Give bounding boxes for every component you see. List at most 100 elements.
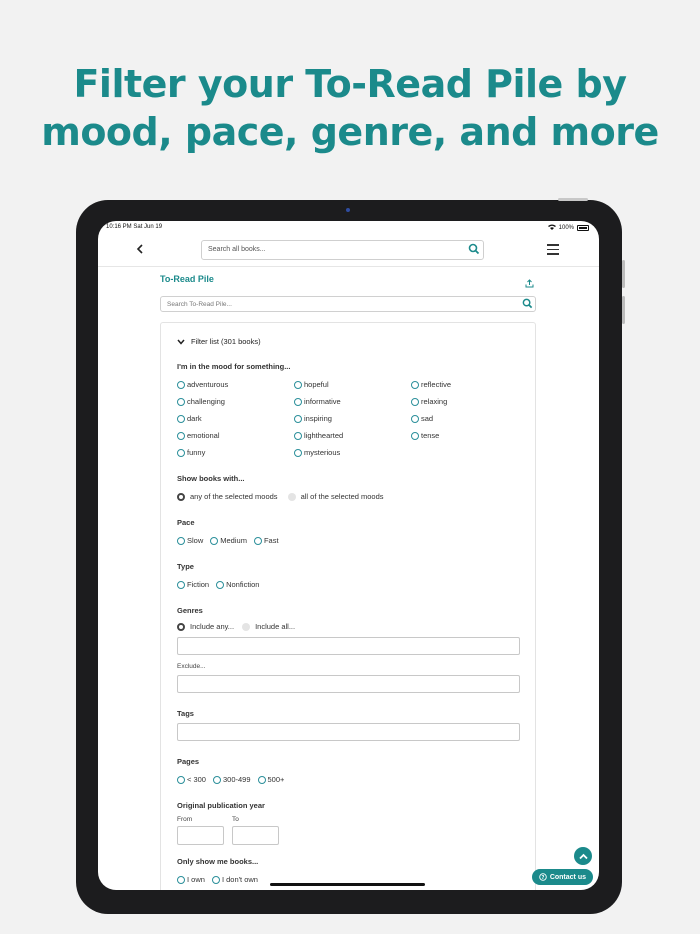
search-icon[interactable] xyxy=(468,243,480,257)
help-icon: ? xyxy=(539,873,547,881)
checkbox[interactable] xyxy=(411,380,419,389)
year-to-input[interactable] xyxy=(232,826,279,845)
checkbox[interactable] xyxy=(177,580,185,589)
mood-label: I'm in the mood for something... xyxy=(177,362,291,371)
mood-option[interactable]: emotional xyxy=(177,430,294,441)
checkbox[interactable] xyxy=(212,775,221,784)
checkbox[interactable] xyxy=(177,775,185,784)
menu-icon[interactable] xyxy=(547,244,559,255)
pace-label: Pace xyxy=(177,518,195,527)
genre-include-any-radio[interactable]: Include any... xyxy=(177,621,234,632)
mood-option[interactable]: adventurous xyxy=(177,379,294,390)
checkbox[interactable] xyxy=(294,431,302,440)
search-icon[interactable] xyxy=(522,298,533,311)
power-button xyxy=(558,198,588,201)
pages-option[interactable]: 300-499 xyxy=(212,774,251,785)
pace-option[interactable]: Slow xyxy=(177,535,203,546)
pace-option[interactable]: Fast xyxy=(253,535,279,546)
checkbox[interactable] xyxy=(210,536,219,545)
checkbox[interactable] xyxy=(294,448,302,457)
year-from-label: From xyxy=(177,816,193,823)
mood-option[interactable]: mysterious xyxy=(294,447,411,458)
type-option[interactable]: Nonfiction xyxy=(216,579,259,590)
mood-option[interactable]: dark xyxy=(177,413,294,424)
checkbox[interactable] xyxy=(411,414,419,423)
filter-toggle[interactable]: Filter list (301 books) xyxy=(177,337,519,346)
checkbox[interactable] xyxy=(177,875,185,884)
checkbox[interactable] xyxy=(211,875,220,884)
checkbox[interactable] xyxy=(253,536,262,545)
checkbox[interactable] xyxy=(216,580,225,589)
genre-include-input[interactable] xyxy=(177,637,520,655)
checkbox[interactable] xyxy=(177,448,185,457)
mood-option[interactable]: funny xyxy=(177,447,294,458)
mood-option[interactable]: reflective xyxy=(411,379,528,390)
app-screen: 10:16 PM Sat Jun 19 100% Search all book… xyxy=(98,221,599,890)
exclude-label: Exclude... xyxy=(177,663,206,670)
home-indicator[interactable] xyxy=(270,883,425,886)
share-icon[interactable] xyxy=(525,275,534,293)
mood-option[interactable]: sad xyxy=(411,413,528,424)
mood-option[interactable]: lighthearted xyxy=(294,430,411,441)
match-any-radio[interactable]: any of the selected moods xyxy=(177,491,278,502)
checkbox[interactable] xyxy=(177,414,185,423)
global-search-input[interactable]: Search all books... xyxy=(201,240,484,260)
mood-option[interactable]: tense xyxy=(411,430,528,441)
ownership-option[interactable]: I own xyxy=(177,874,205,885)
checkbox[interactable] xyxy=(177,380,185,389)
checkbox[interactable] xyxy=(177,536,185,545)
mood-option[interactable]: informative xyxy=(294,396,411,407)
radio-unselected[interactable] xyxy=(242,622,251,631)
filter-panel: Filter list (301 books) I'm in the mood … xyxy=(160,322,536,890)
match-all-radio[interactable]: all of the selected moods xyxy=(287,491,384,502)
mood-option[interactable]: relaxing xyxy=(411,396,528,407)
ipad-frame: 10:16 PM Sat Jun 19 100% Search all book… xyxy=(76,198,625,914)
type-options: Fiction Nonfiction xyxy=(177,579,519,590)
scroll-to-top-button[interactable] xyxy=(574,847,592,865)
radio-unselected[interactable] xyxy=(287,492,296,501)
mood-match-options: any of the selected moods all of the sel… xyxy=(177,491,519,502)
pages-label: Pages xyxy=(177,757,200,766)
contact-us-button[interactable]: ? Contact us xyxy=(531,869,593,885)
status-indicators: 100% xyxy=(547,224,589,232)
checkbox[interactable] xyxy=(177,397,185,406)
pages-option[interactable]: 500+ xyxy=(257,774,284,785)
checkbox[interactable] xyxy=(294,380,302,389)
mood-option[interactable]: challenging xyxy=(177,396,294,407)
chevron-up-icon xyxy=(578,853,588,859)
pace-option[interactable]: Medium xyxy=(210,535,247,546)
checkbox[interactable] xyxy=(257,775,266,784)
status-bar: 10:16 PM Sat Jun 19 100% xyxy=(98,224,599,234)
mood-options: adventurous hopeful reflective challengi… xyxy=(177,379,519,458)
pile-search-input[interactable]: Search To-Read Pile... xyxy=(160,296,536,312)
contact-us-label: Contact us xyxy=(549,873,586,881)
checkbox[interactable] xyxy=(294,414,302,423)
genre-exclude-input[interactable] xyxy=(177,675,520,693)
promo-headline: Filter your To-Read Pile by mood, pace, … xyxy=(0,60,700,156)
checkbox[interactable] xyxy=(294,397,302,406)
chevron-down-icon xyxy=(177,339,185,345)
back-button[interactable] xyxy=(136,241,144,257)
main-content: To-Read Pile Search To-Read Pile... Filt… xyxy=(160,269,536,890)
checkbox[interactable] xyxy=(411,431,419,440)
checkbox[interactable] xyxy=(411,397,419,406)
ownership-option[interactable]: I don't own xyxy=(211,874,258,885)
mood-option[interactable]: hopeful xyxy=(294,379,411,390)
headline-line-2: mood, pace, genre, and more xyxy=(41,110,659,154)
checkbox[interactable] xyxy=(177,431,185,440)
radio-selected[interactable] xyxy=(177,622,185,631)
wifi-icon xyxy=(547,224,556,232)
year-from-input[interactable] xyxy=(177,826,224,845)
genres-label: Genres xyxy=(177,606,203,615)
radio-selected[interactable] xyxy=(177,492,185,501)
tags-input[interactable] xyxy=(177,723,520,741)
svg-text:?: ? xyxy=(541,875,544,881)
page-title: To-Read Pile xyxy=(160,274,214,284)
pages-option[interactable]: < 300 xyxy=(177,774,206,785)
type-option[interactable]: Fiction xyxy=(177,579,209,590)
type-label: Type xyxy=(177,562,194,571)
genre-include-all-radio[interactable]: Include all... xyxy=(242,621,295,632)
mood-option[interactable]: inspiring xyxy=(294,413,411,424)
top-nav-bar: Search all books... xyxy=(98,235,599,267)
pace-options: Slow Medium Fast xyxy=(177,535,519,546)
